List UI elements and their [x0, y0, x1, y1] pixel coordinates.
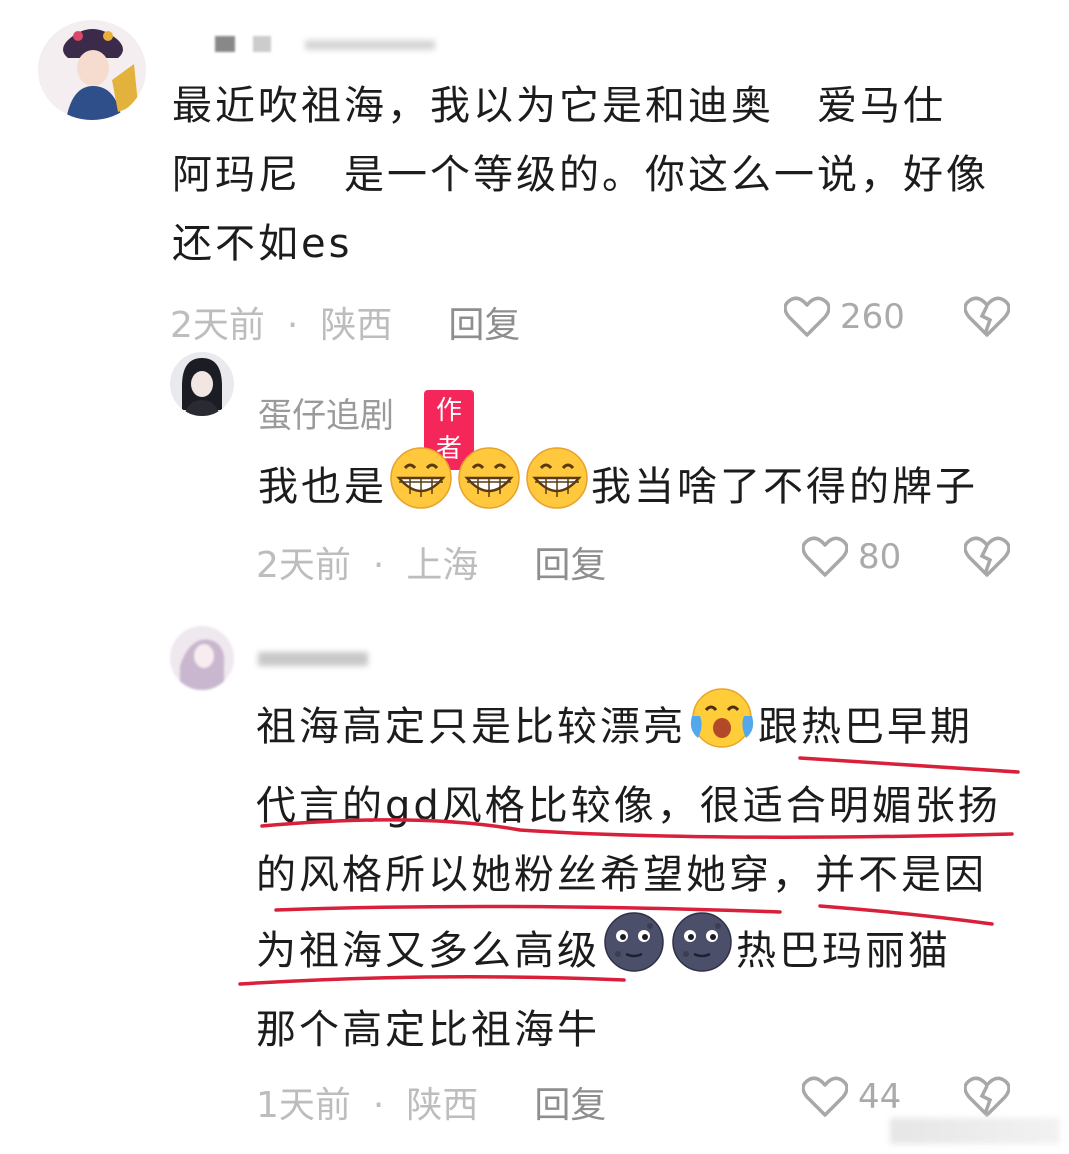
broken-heart-icon[interactable] — [964, 1076, 1010, 1118]
reply-button[interactable]: 回复 — [448, 305, 520, 346]
like-button[interactable]: 80 — [802, 536, 901, 578]
location: 陕西 — [320, 305, 393, 346]
username-redacted — [258, 650, 378, 668]
comment-segment: 热巴玛丽猫 — [736, 928, 951, 974]
comment-segment: 跟热巴早期 — [758, 704, 973, 750]
comment-line: 的风格所以她粉丝希望她穿，并不是因 — [256, 852, 987, 898]
comment-line: 代言的gd风格比较像，很适合明媚张扬 — [256, 783, 1001, 829]
moon-face-emoji — [600, 910, 668, 996]
comment-line: 那个高定比祖海牛 — [256, 1007, 600, 1053]
comment-segment: 为祖海又多么高级 — [256, 928, 600, 974]
reply-button[interactable]: 回复 — [534, 545, 606, 586]
comment-meta: 2天前 · 陕西 回复 — [170, 296, 520, 348]
comment-line: 阿玛尼 是一个等级的。你这么一说，好像 — [172, 152, 989, 198]
like-button[interactable]: 44 — [802, 1076, 901, 1118]
reply-button[interactable]: 回复 — [534, 1085, 606, 1126]
comment-segment: 祖海高定只是比较漂亮 — [256, 704, 686, 750]
timestamp: 1天前 — [256, 1085, 351, 1126]
avatar[interactable] — [170, 626, 234, 690]
grin-emoji — [523, 446, 591, 532]
comment-text: 最近吹祖海，我以为它是和迪奥 爱马仕 阿玛尼 是一个等级的。你这么一说，好像 还… — [172, 72, 1042, 279]
separator-dot: · — [286, 305, 299, 346]
avatar[interactable] — [170, 352, 234, 416]
like-count: 44 — [858, 1077, 902, 1117]
tear-laugh-emoji — [686, 686, 758, 772]
like-count: 80 — [858, 537, 902, 577]
watermark-logo — [890, 1118, 1060, 1144]
comment-segment: 我当啥了不得的牌子 — [591, 464, 978, 510]
comment-segment: 我也是 — [258, 464, 387, 510]
location: 上海 — [406, 545, 479, 586]
comment-line: 为祖海又多么高级 热巴玛丽猫 — [256, 910, 1046, 996]
heart-icon — [802, 1076, 848, 1118]
comment-line: 祖海高定只是比较漂亮 跟热巴早期 — [256, 686, 1046, 772]
comment-text: 我也是 我当啥了不得的牌子 — [258, 446, 1038, 532]
heart-icon — [784, 296, 830, 338]
location: 陕西 — [406, 1085, 479, 1126]
comment-text: 祖海高定只是比较漂亮 跟热巴早期 代言的gd风格比较像，很适合明媚张扬 的风格所以… — [256, 686, 1046, 1065]
grin-emoji — [387, 446, 455, 532]
avatar[interactable] — [38, 20, 146, 120]
username-redacted — [215, 36, 445, 54]
timestamp: 2天前 — [170, 305, 265, 346]
broken-heart-icon[interactable] — [964, 296, 1010, 338]
timestamp: 2天前 — [256, 545, 351, 586]
heart-icon — [802, 536, 848, 578]
grin-emoji — [455, 446, 523, 532]
username[interactable]: 蛋仔追剧 — [258, 388, 394, 437]
comment-line: 还不如es — [172, 221, 353, 267]
separator-dot: · — [372, 1085, 385, 1126]
broken-heart-icon[interactable] — [964, 536, 1010, 578]
like-count: 260 — [840, 297, 905, 337]
separator-dot: · — [372, 545, 385, 586]
comment-meta: 2天前 · 上海 回复 — [256, 536, 606, 588]
comment-line: 最近吹祖海，我以为它是和迪奥 爱马仕 — [172, 83, 946, 129]
comment-meta: 1天前 · 陕西 回复 — [256, 1076, 606, 1128]
moon-face-emoji — [668, 910, 736, 996]
like-button[interactable]: 260 — [784, 296, 905, 338]
